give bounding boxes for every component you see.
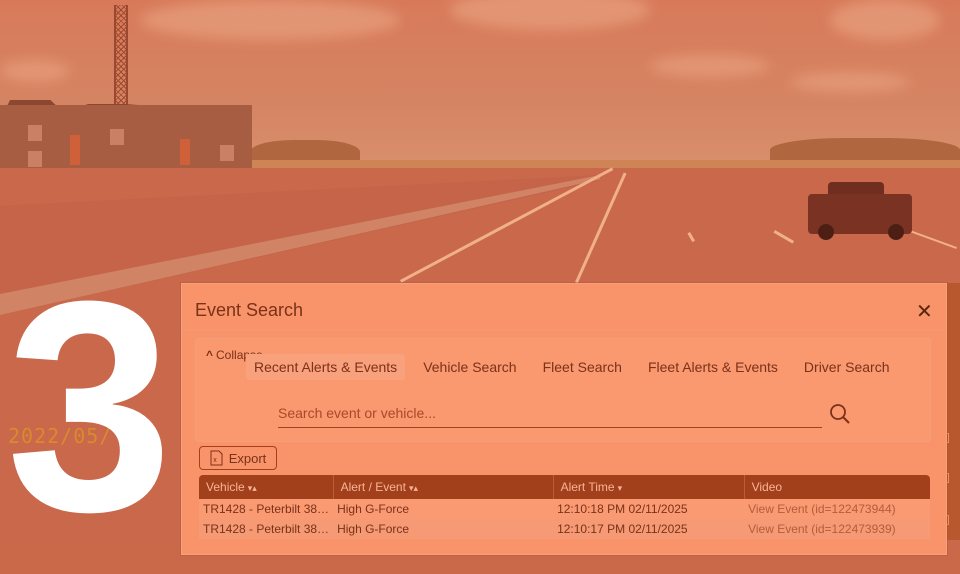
column-header-alert-time[interactable]: Alert Time ▾: [553, 475, 745, 499]
tab-vehicle-search[interactable]: Vehicle Search: [415, 354, 524, 380]
pickup-truck: [808, 182, 912, 242]
window: [70, 135, 80, 165]
column-label: Vehicle: [206, 480, 245, 494]
close-icon[interactable]: ✕: [916, 302, 933, 322]
table-header-row: Vehicle ▾▴ Alert / Event ▾▴ Alert Time ▾ Vi…: [199, 475, 930, 499]
table-row[interactable]: TR1428 - Peterbilt 38… High G-Force 12:1…: [199, 499, 930, 519]
column-label: Video: [751, 480, 783, 494]
modal-title: Event Search: [195, 300, 304, 320]
view-event-link[interactable]: View Event (id=122473944): [744, 499, 930, 519]
step-number: 3: [6, 238, 173, 574]
cloud: [650, 55, 770, 77]
cloud: [140, 0, 400, 40]
search-tabs: Recent Alerts & Events Vehicle Search Fl…: [246, 354, 908, 380]
tab-driver-search[interactable]: Driver Search: [796, 354, 898, 380]
window: [180, 139, 190, 165]
view-event-link[interactable]: View Event (id=122473939): [744, 519, 930, 539]
cell-event: High G-Force: [333, 499, 554, 519]
background-side-panel: [943, 283, 960, 540]
tab-fleet-search[interactable]: Fleet Search: [535, 354, 630, 380]
cell-time: 12:10:18 PM 02/11/2025: [553, 499, 745, 519]
window: [28, 125, 42, 141]
column-header-video[interactable]: Video: [744, 475, 930, 499]
sort-icon: ▾▴: [408, 483, 418, 493]
cell-time: 12:10:17 PM 02/11/2025: [553, 519, 745, 539]
cloud: [0, 60, 70, 82]
chevron-up-icon: ^: [206, 348, 214, 362]
cloud: [790, 72, 910, 92]
events-table: Vehicle ▾▴ Alert / Event ▾▴ Alert Time ▾ Vi…: [199, 475, 930, 539]
column-header-alert-event[interactable]: Alert / Event ▾▴: [333, 475, 554, 499]
search-panel: ^ Collapse Recent Alerts & Events Vehicle…: [195, 338, 931, 442]
export-label: Export: [228, 450, 267, 466]
column-label: Alert Time: [560, 480, 615, 494]
column-header-vehicle[interactable]: Vehicle ▾▴: [199, 475, 334, 499]
divider: [182, 330, 946, 331]
sort-icon: ▾: [617, 483, 623, 493]
sort-icon: ▾▴: [247, 483, 257, 493]
cloud: [830, 0, 940, 40]
column-label: Alert / Event: [340, 480, 406, 494]
table-row[interactable]: TR1428 - Peterbilt 38… High G-Force 12:1…: [199, 519, 930, 539]
search-input[interactable]: [278, 401, 822, 428]
tab-fleet-alerts-events[interactable]: Fleet Alerts & Events: [640, 354, 786, 380]
window: [110, 129, 124, 145]
window: [28, 151, 42, 167]
cell-vehicle: TR1428 - Peterbilt 38…: [199, 499, 334, 519]
export-button[interactable]: x Export: [199, 446, 277, 470]
excel-file-icon: x: [210, 450, 223, 466]
window: [220, 145, 234, 161]
search-icon[interactable]: [828, 402, 852, 426]
tab-recent-alerts-events[interactable]: Recent Alerts & Events: [246, 354, 406, 380]
cell-event: High G-Force: [333, 519, 554, 539]
event-search-modal: Event Search ✕ ^ Collapse Recent Alerts &…: [181, 283, 947, 555]
cell-vehicle: TR1428 - Peterbilt 38…: [199, 519, 334, 539]
svg-text:x: x: [213, 457, 217, 464]
